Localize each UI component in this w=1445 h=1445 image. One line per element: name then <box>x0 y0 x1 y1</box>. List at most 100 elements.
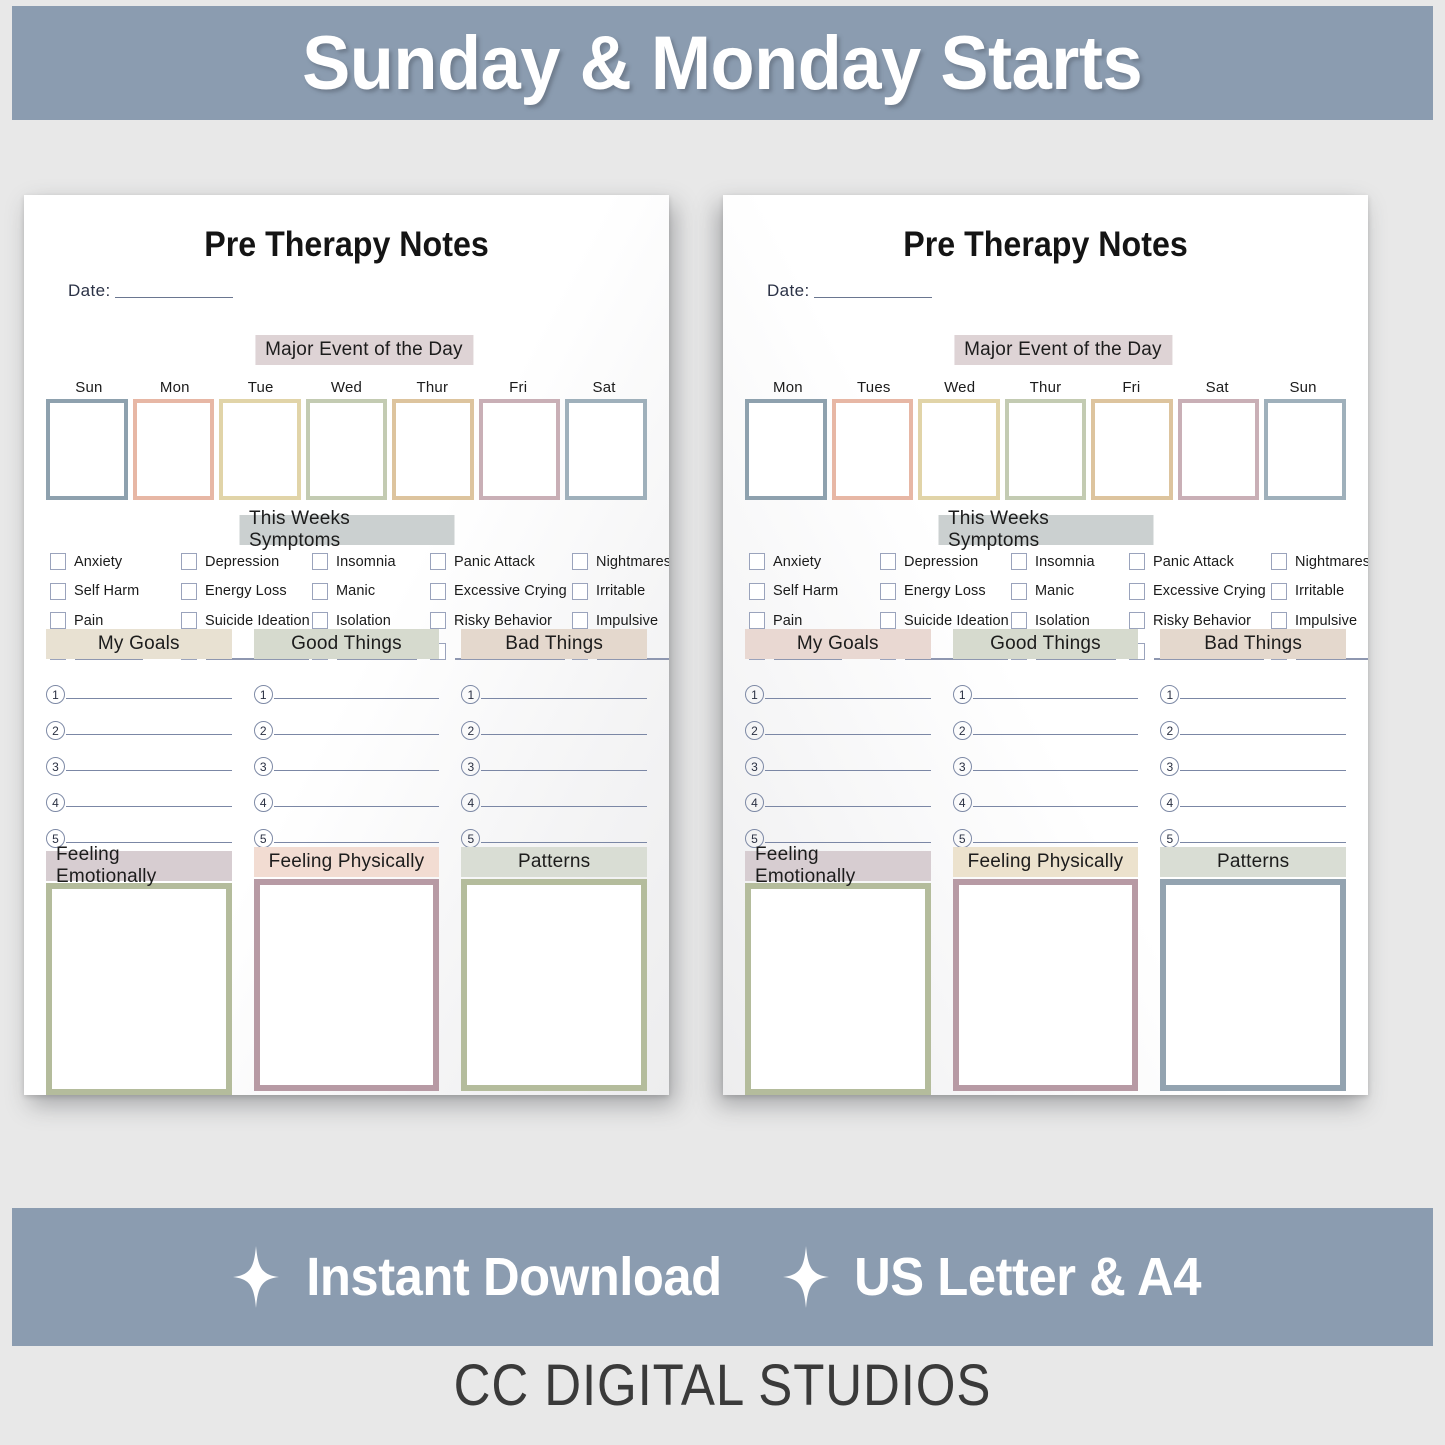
list-item-input[interactable] <box>765 697 931 699</box>
day-entry-box-mon[interactable] <box>745 399 827 500</box>
checkbox[interactable] <box>1129 553 1145 570</box>
symptom-item[interactable]: Energy Loss <box>181 582 287 600</box>
symptom-item[interactable]: Pain <box>749 612 802 629</box>
feeling-text-area[interactable] <box>1160 879 1347 1091</box>
list-item-input[interactable] <box>66 805 232 807</box>
list-item-input[interactable] <box>1180 697 1347 699</box>
symptom-item[interactable]: Insomnia <box>312 553 396 570</box>
checkbox[interactable] <box>572 553 588 570</box>
checkbox[interactable] <box>1011 612 1027 629</box>
feeling-text-area[interactable] <box>46 883 232 1095</box>
checkbox[interactable] <box>181 582 197 600</box>
day-entry-box-mon[interactable] <box>132 399 215 500</box>
day-entry-box-wed[interactable] <box>305 399 388 500</box>
symptom-item[interactable]: Depression <box>181 553 279 570</box>
symptom-item[interactable]: Excessive Crying <box>1129 582 1266 600</box>
checkbox[interactable] <box>312 582 328 600</box>
list-item[interactable]: 4 <box>46 773 232 812</box>
feeling-text-area[interactable] <box>253 879 440 1091</box>
list-item-input[interactable] <box>972 805 1139 807</box>
list-item[interactable]: 1 <box>46 665 232 704</box>
list-item-input[interactable] <box>273 697 440 699</box>
list-item-input[interactable] <box>972 769 1139 771</box>
symptom-item[interactable]: Suicide Ideation <box>181 612 310 629</box>
list-item[interactable]: 4 <box>253 773 440 812</box>
checkbox[interactable] <box>1271 582 1287 600</box>
checkbox[interactable] <box>572 582 588 600</box>
checkbox[interactable] <box>1129 612 1145 629</box>
day-entry-box-sun[interactable] <box>1264 399 1347 500</box>
symptom-item[interactable]: Suicide Ideation <box>880 612 1009 629</box>
list-item-input[interactable] <box>273 733 440 735</box>
checkbox[interactable] <box>50 612 66 629</box>
checkbox[interactable] <box>880 553 896 570</box>
symptom-item[interactable]: Self Harm <box>50 582 139 600</box>
checkbox[interactable] <box>50 553 66 570</box>
checkbox[interactable] <box>749 582 765 600</box>
list-item[interactable]: 4 <box>1160 773 1347 812</box>
list-item[interactable]: 3 <box>253 737 440 776</box>
list-item[interactable]: 2 <box>461 701 648 740</box>
list-item-input[interactable] <box>273 805 440 807</box>
list-item-input[interactable] <box>765 769 931 771</box>
list-item-input[interactable] <box>765 805 931 807</box>
list-item[interactable]: 2 <box>952 701 1139 740</box>
symptom-item[interactable]: Energy Loss <box>880 582 986 600</box>
list-item-input[interactable] <box>481 841 648 843</box>
list-item-input[interactable] <box>66 733 232 735</box>
list-item[interactable]: 4 <box>952 773 1139 812</box>
list-item[interactable]: 5 <box>952 809 1139 848</box>
list-item-input[interactable] <box>765 733 931 735</box>
list-item-input[interactable] <box>972 733 1139 735</box>
symptom-item[interactable]: Risky Behavior <box>1129 612 1251 629</box>
checkbox[interactable] <box>312 612 328 629</box>
list-item-input[interactable] <box>972 697 1139 699</box>
date-input[interactable] <box>813 297 932 298</box>
checkbox[interactable] <box>312 553 328 570</box>
list-item[interactable]: 2 <box>253 701 440 740</box>
list-item-input[interactable] <box>1180 733 1347 735</box>
symptom-item[interactable]: Isolation <box>1011 612 1090 629</box>
symptom-item[interactable]: Isolation <box>312 612 391 629</box>
list-item-input[interactable] <box>1180 805 1347 807</box>
list-item[interactable]: 5 <box>745 809 931 848</box>
list-item-input[interactable] <box>481 769 648 771</box>
symptom-item[interactable]: Pain <box>50 612 103 629</box>
list-item[interactable]: 2 <box>1160 701 1347 740</box>
checkbox[interactable] <box>749 612 765 629</box>
checkbox[interactable] <box>430 612 446 629</box>
list-item[interactable]: 3 <box>461 737 648 776</box>
list-item[interactable]: 1 <box>461 665 648 704</box>
checkbox[interactable] <box>430 582 446 600</box>
list-item-input[interactable] <box>66 697 232 699</box>
checkbox[interactable] <box>880 582 896 600</box>
day-entry-box-thur[interactable] <box>392 399 474 500</box>
feeling-text-area[interactable] <box>745 883 931 1095</box>
symptom-item[interactable]: Excessive Crying <box>430 582 567 600</box>
checkbox[interactable] <box>1011 553 1027 570</box>
list-item[interactable]: 4 <box>745 773 931 812</box>
list-item-input[interactable] <box>66 841 232 843</box>
list-item-input[interactable] <box>1180 841 1347 843</box>
list-item[interactable]: 4 <box>461 773 648 812</box>
list-item-input[interactable] <box>972 841 1139 843</box>
checkbox[interactable] <box>1129 582 1145 600</box>
day-entry-box-sun[interactable] <box>46 399 128 500</box>
symptom-item[interactable]: Manic <box>312 582 375 600</box>
day-entry-box-tues[interactable] <box>831 399 914 500</box>
list-item[interactable]: 1 <box>253 665 440 704</box>
checkbox[interactable] <box>880 612 896 629</box>
symptom-item[interactable]: Irritable <box>1271 582 1344 600</box>
symptom-item[interactable]: Nightmares <box>1271 553 1368 570</box>
symptom-item[interactable]: Anxiety <box>50 553 122 570</box>
list-item[interactable]: 2 <box>46 701 232 740</box>
day-entry-box-fri[interactable] <box>1091 399 1173 500</box>
symptom-item[interactable]: Irritable <box>572 582 645 600</box>
feeling-text-area[interactable] <box>461 879 648 1091</box>
symptom-item[interactable]: Anxiety <box>749 553 821 570</box>
checkbox[interactable] <box>572 612 588 629</box>
list-item-input[interactable] <box>273 769 440 771</box>
symptom-item[interactable]: Manic <box>1011 582 1074 600</box>
list-item[interactable]: 3 <box>1160 737 1347 776</box>
symptom-item[interactable]: Risky Behavior <box>430 612 552 629</box>
